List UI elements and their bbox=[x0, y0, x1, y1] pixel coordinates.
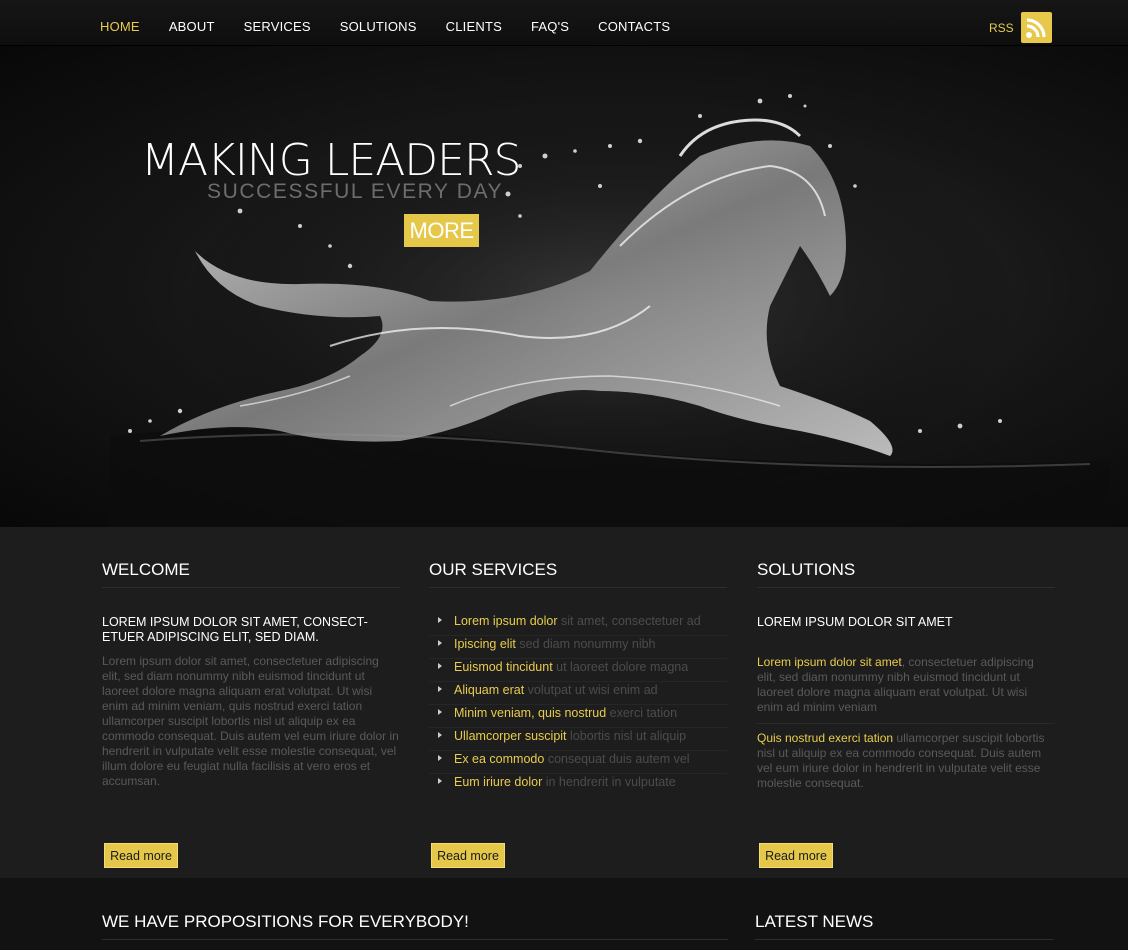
services-list: Lorem ipsum dolor sit amet, consectetuer… bbox=[429, 613, 727, 797]
latest-news-heading: LATEST NEWS bbox=[755, 912, 1054, 940]
rss-icon[interactable] bbox=[1021, 12, 1052, 43]
service-text: consequat duis autem vel bbox=[547, 752, 690, 766]
solutions-link-2[interactable]: Quis nostrud exerci tation bbox=[757, 731, 893, 745]
welcome-column: WELCOME LOREM IPSUM DOLOR SIT AMET, CONS… bbox=[102, 560, 400, 880]
solutions-read-more-button[interactable]: Read more bbox=[759, 843, 833, 868]
hero-more-button[interactable]: MORE bbox=[404, 214, 479, 247]
propositions-heading: WE HAVE PROPOSITIONS FOR EVERYBODY! bbox=[102, 912, 728, 940]
solutions-column: SOLUTIONS LOREM IPSUM DOLOR SIT AMET Lor… bbox=[757, 560, 1055, 880]
list-item[interactable]: Ex ea commodo consequat duis autem vel bbox=[429, 751, 727, 774]
nav-about[interactable]: ABOUT bbox=[169, 19, 215, 34]
service-link[interactable]: Aliquam erat bbox=[454, 683, 524, 697]
nav-home[interactable]: HOME bbox=[100, 19, 140, 34]
list-item[interactable]: Ullamcorper suscipit lobortis nisl ut al… bbox=[429, 728, 727, 751]
services-heading: OUR SERVICES bbox=[429, 560, 727, 588]
service-link[interactable]: Minim veniam, quis nostrud bbox=[454, 706, 606, 720]
arrow-right-icon bbox=[438, 755, 442, 761]
list-item[interactable]: Lorem ipsum dolor sit amet, consectetuer… bbox=[429, 613, 727, 636]
nav-contacts[interactable]: CONTACTS bbox=[598, 19, 670, 34]
service-text: in hendrerit in vulputate bbox=[545, 775, 676, 789]
list-item[interactable]: Euismod tincidunt ut laoreet dolore magn… bbox=[429, 659, 727, 682]
solutions-paragraph-2: Quis nostrud exerci tation ullamcorper s… bbox=[757, 731, 1055, 799]
service-link[interactable]: Lorem ipsum dolor bbox=[454, 614, 558, 628]
solutions-paragraph-1: Lorem ipsum dolor sit amet, consectetuer… bbox=[757, 655, 1055, 724]
service-text: sit amet, consectetuer ad bbox=[561, 614, 701, 628]
welcome-intro: LOREM IPSUM DOLOR SIT AMET, CONSECT-ETUE… bbox=[102, 615, 368, 644]
welcome-read-more-button[interactable]: Read more bbox=[104, 843, 178, 868]
main-menu: HOME ABOUT SERVICES SOLUTIONS CLIENTS FA… bbox=[100, 19, 699, 34]
list-item[interactable]: Ipiscing elit sed diam nonummy nibh bbox=[429, 636, 727, 659]
service-link[interactable]: Euismod tincidunt bbox=[454, 660, 553, 674]
content-section: WELCOME LOREM IPSUM DOLOR SIT AMET, CONS… bbox=[0, 527, 1128, 878]
service-text: exerci tation bbox=[609, 706, 678, 720]
bottom-section: WE HAVE PROPOSITIONS FOR EVERYBODY! LATE… bbox=[0, 878, 1128, 950]
service-text: sed diam nonummy nibh bbox=[519, 637, 656, 651]
service-text: lobortis nisl ut aliquip bbox=[570, 729, 687, 743]
arrow-right-icon bbox=[438, 617, 442, 623]
nav-services[interactable]: SERVICES bbox=[244, 19, 311, 34]
nav-solutions[interactable]: SOLUTIONS bbox=[340, 19, 417, 34]
service-link[interactable]: Ipiscing elit bbox=[454, 637, 516, 651]
list-item[interactable]: Minim veniam, quis nostrud exerci tation bbox=[429, 705, 727, 728]
list-item[interactable]: Eum iriure dolor in hendrerit in vulputa… bbox=[429, 774, 727, 797]
arrow-right-icon bbox=[438, 709, 442, 715]
solutions-heading: SOLUTIONS bbox=[757, 560, 1055, 588]
arrow-right-icon bbox=[438, 640, 442, 646]
welcome-body: Lorem ipsum dolor sit amet, consectetuer… bbox=[102, 654, 399, 788]
hero-title: MAKING LEADERS bbox=[141, 135, 521, 186]
service-link[interactable]: Ullamcorper suscipit bbox=[454, 729, 567, 743]
list-item[interactable]: Aliquam erat volutpat ut wisi enim ad bbox=[429, 682, 727, 705]
arrow-right-icon bbox=[438, 686, 442, 692]
services-column: OUR SERVICES Lorem ipsum dolor sit amet,… bbox=[429, 560, 727, 880]
arrow-right-icon bbox=[438, 732, 442, 738]
solutions-intro: LOREM IPSUM DOLOR SIT AMET bbox=[757, 615, 953, 629]
arrow-right-icon bbox=[438, 778, 442, 784]
solutions-link-1[interactable]: Lorem ipsum dolor sit amet bbox=[757, 655, 902, 669]
hero-banner: MAKING LEADERS SUCCESSFUL EVERY DAY MORE bbox=[0, 46, 1128, 527]
services-read-more-button[interactable]: Read more bbox=[431, 843, 505, 868]
service-text: volutpat ut wisi enim ad bbox=[527, 683, 658, 697]
rss-link[interactable]: RSS bbox=[989, 21, 1014, 35]
service-link[interactable]: Eum iriure dolor bbox=[454, 775, 542, 789]
arrow-right-icon bbox=[438, 663, 442, 669]
top-navigation-bar: HOME ABOUT SERVICES SOLUTIONS CLIENTS FA… bbox=[0, 0, 1128, 46]
hero-subtitle: SUCCESSFUL EVERY DAY bbox=[207, 180, 504, 203]
nav-faqs[interactable]: FAQ'S bbox=[531, 19, 569, 34]
service-text: ut laoreet dolore magna bbox=[556, 660, 689, 674]
water-horse-illustration bbox=[110, 94, 1110, 527]
welcome-heading: WELCOME bbox=[102, 560, 400, 588]
service-link[interactable]: Ex ea commodo bbox=[454, 752, 544, 766]
nav-clients[interactable]: CLIENTS bbox=[446, 19, 502, 34]
